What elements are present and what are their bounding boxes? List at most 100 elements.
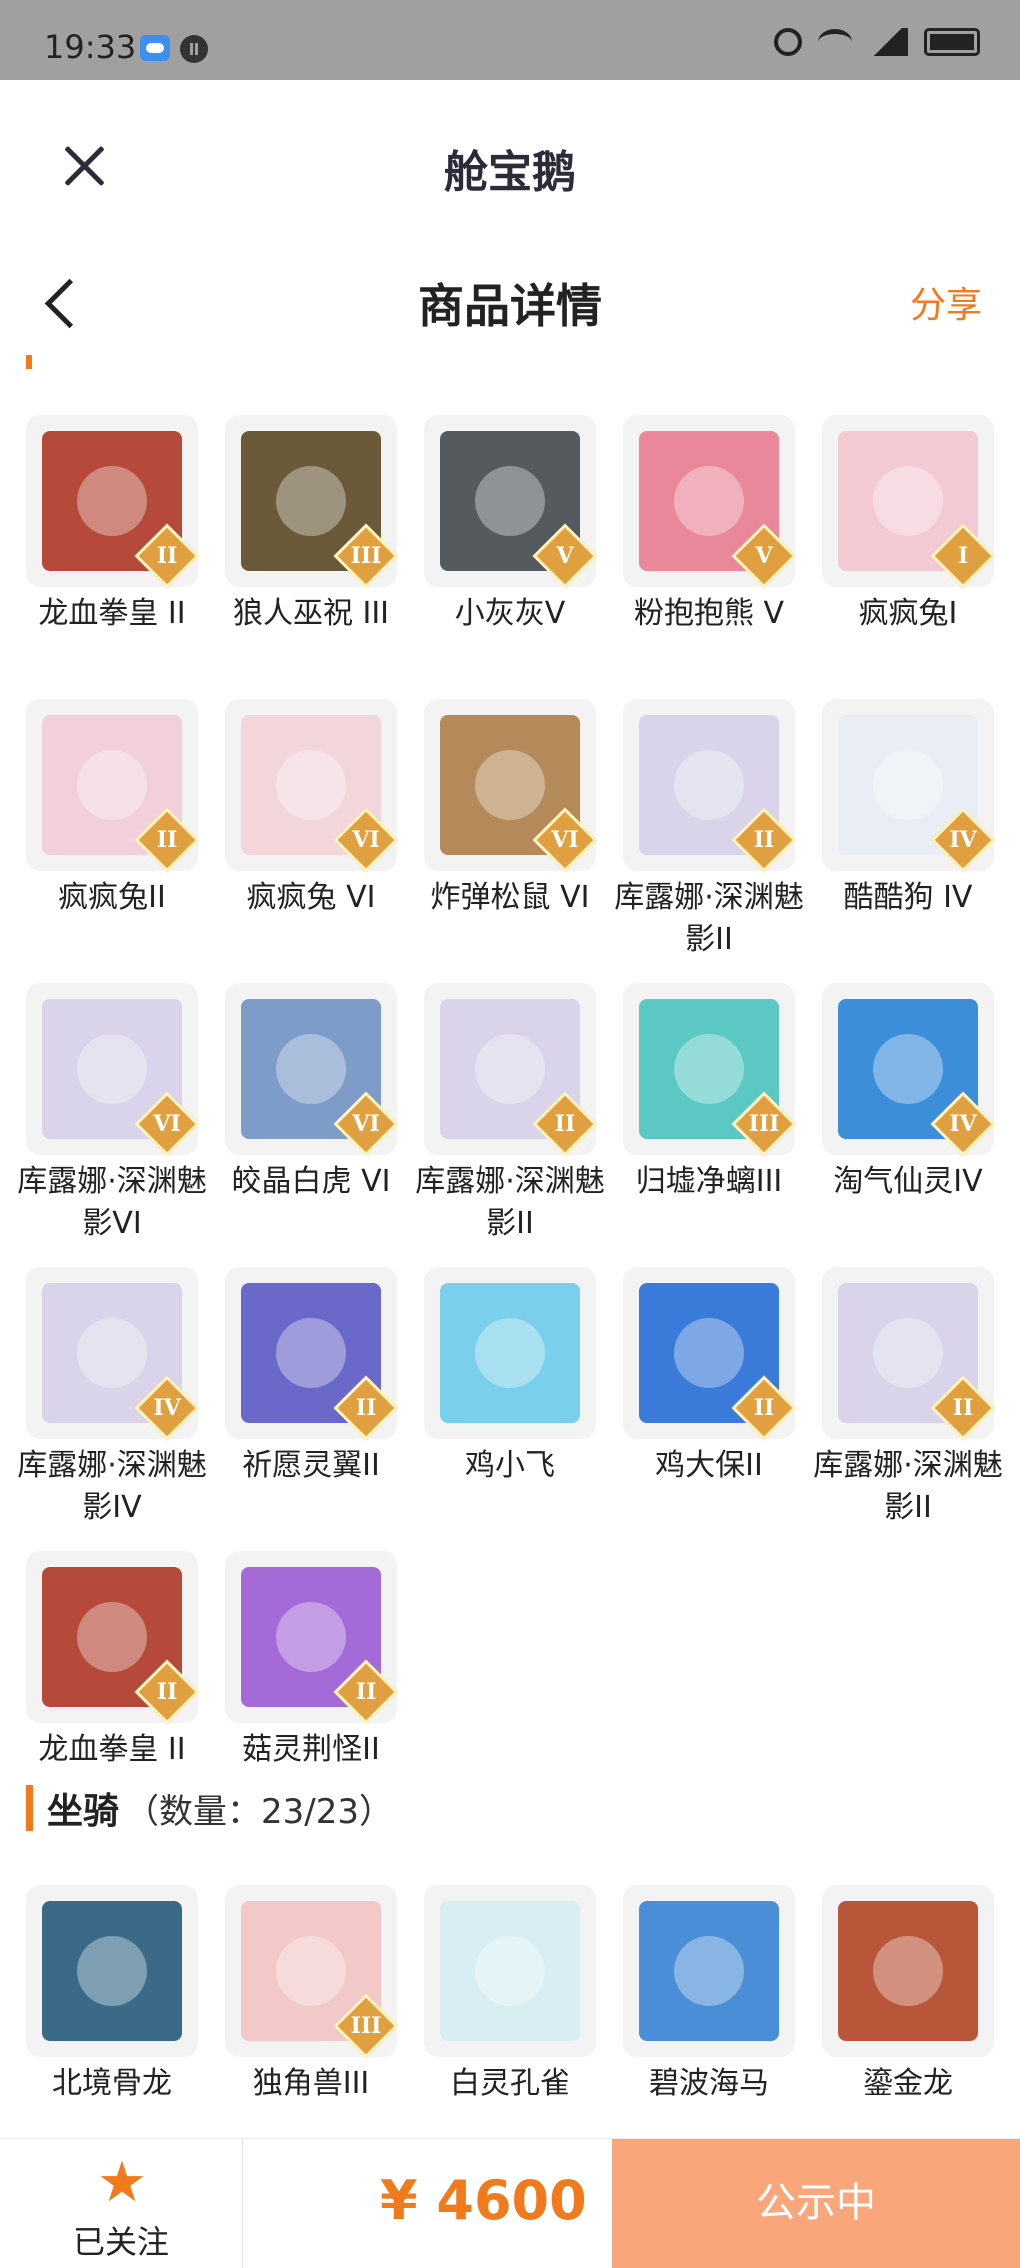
item-thumbnail: IV (26, 1267, 200, 1441)
item-label: 酷酷狗 IV (843, 880, 973, 915)
item-card[interactable]: II 疯疯兔II (26, 699, 200, 983)
item-label: 疯疯兔I (858, 596, 958, 631)
signal-icon (868, 28, 908, 56)
item-label: 疯疯兔II (58, 880, 166, 915)
item-image (42, 1901, 182, 2041)
item-thumbnail: VI (424, 699, 598, 873)
item-card[interactable]: IV 库露娜·深渊魅影IV (17, 1267, 207, 1551)
item-card[interactable]: 白灵孔雀 (424, 1885, 596, 2125)
mounts-section-header: 坐骑 （数量：23/23） (26, 1783, 393, 1833)
item-card[interactable]: II 鸡大保II (623, 1267, 797, 1551)
item-card[interactable]: IV 淘气仙灵IV (822, 983, 996, 1267)
item-label: 库露娜·深渊魅影IV (17, 1448, 207, 1525)
section-title: 坐骑 (47, 1791, 120, 1832)
item-label: 疯疯兔 VI (246, 880, 376, 915)
follow-label: 已关注 (72, 2223, 169, 2261)
item-label: 库露娜·深渊魅影II (614, 880, 804, 957)
status-time: 19:33 (44, 28, 137, 66)
item-thumbnail: II (424, 983, 598, 1157)
item-thumbnail: V (424, 415, 598, 589)
app-header: 舱宝鹅 (0, 80, 1020, 250)
skins-grid: II 龙血拳皇 II III 狼人巫祝 III V 小灰灰V V 粉抱抱熊 V I 疯疯兔I II 疯… (17, 415, 1006, 1835)
item-card[interactable]: III 独角兽III (225, 1885, 399, 2125)
pause-icon (180, 35, 208, 63)
item-thumbnail: VI (225, 699, 399, 873)
item-label: 碧波海马 (649, 2066, 769, 2101)
item-thumbnail: III (225, 415, 399, 589)
app-title: 舱宝鹅 (444, 147, 576, 198)
item-label: 龙血拳皇 II (38, 596, 186, 631)
item-thumbnail: VI (26, 983, 200, 1157)
item-thumbnail: III (623, 983, 797, 1157)
item-card[interactable]: II 库露娜·深渊魅影II (813, 1267, 1003, 1551)
item-label: 祈愿灵翼II (242, 1448, 380, 1483)
battery-icon (924, 28, 980, 56)
follow-button[interactable]: ★ 已关注 (0, 2139, 243, 2268)
share-button[interactable]: 分享 (910, 276, 982, 328)
item-card[interactable]: III 归墟净螭III (623, 983, 797, 1267)
item-thumbnail: II (225, 1267, 399, 1441)
item-label: 库露娜·深渊魅影II (415, 1164, 605, 1241)
item-label: 库露娜·深渊魅影VI (17, 1164, 207, 1241)
section-marker (26, 355, 32, 369)
item-thumbnail (822, 1885, 994, 2057)
item-card[interactable]: II 库露娜·深渊魅影II (415, 983, 605, 1267)
item-thumbnail: II (623, 1267, 797, 1441)
item-card[interactable]: 碧波海马 (623, 1885, 795, 2125)
item-thumbnail: VI (225, 983, 399, 1157)
item-card[interactable]: V 粉抱抱熊 V (623, 415, 797, 699)
item-label: 菇灵荆怪II (242, 1732, 380, 1767)
item-label: 鸡大保II (655, 1448, 763, 1483)
item-card[interactable]: II 祈愿灵翼II (225, 1267, 399, 1551)
item-label: 鎏金龙 (863, 2066, 953, 2101)
item-card[interactable]: VI 皎晶白虎 VI (225, 983, 399, 1267)
item-thumbnail (424, 1885, 596, 2057)
item-label: 淘气仙灵IV (833, 1164, 983, 1199)
item-card[interactable]: 鸡小飞 (424, 1267, 596, 1551)
item-thumbnail (623, 1885, 795, 2057)
status-bar: 19:33 (0, 0, 1020, 80)
item-image (440, 1901, 580, 2041)
item-thumbnail (424, 1267, 596, 1439)
star-icon: ★ (96, 2150, 148, 2215)
item-thumbnail: I (822, 415, 996, 589)
item-thumbnail: III (225, 1885, 399, 2059)
item-label: 北境骨龙 (52, 2066, 172, 2101)
price: ¥ 4600 (380, 2169, 587, 2232)
item-label: 鸡小飞 (465, 1448, 555, 1483)
item-thumbnail: IV (822, 699, 996, 873)
item-card[interactable]: III 狼人巫祝 III (225, 415, 399, 699)
item-label: 小灰灰V (454, 596, 566, 631)
page-title: 商品详情 (418, 279, 602, 333)
nav-bar: 商品详情 分享 (0, 250, 1020, 360)
item-card[interactable]: VI 炸弹松鼠 VI (424, 699, 598, 983)
item-label: 独角兽III (252, 2066, 370, 2101)
item-card[interactable]: V 小灰灰V (424, 415, 598, 699)
status-button[interactable]: 公示中 (612, 2139, 1020, 2268)
cloud-icon (140, 35, 170, 61)
item-label: 龙血拳皇 II (38, 1732, 186, 1767)
item-label: 白灵孔雀 (450, 2066, 570, 2101)
scroll-content[interactable]: II 龙血拳皇 II III 狼人巫祝 III V 小灰灰V V 粉抱抱熊 V I 疯疯兔I II 疯… (0, 355, 1020, 2135)
item-card[interactable]: I 疯疯兔I (822, 415, 996, 699)
item-card[interactable]: II 库露娜·深渊魅影II (614, 699, 804, 983)
item-thumbnail (26, 1885, 198, 2057)
bottom-action-bar: ★ 已关注 ¥ 4600 公示中 (0, 2138, 1020, 2268)
item-card[interactable]: II 龙血拳皇 II (26, 415, 200, 699)
item-label: 狼人巫祝 III (232, 596, 390, 631)
item-image (838, 1901, 978, 2041)
alarm-icon (774, 28, 802, 56)
item-label: 粉抱抱熊 V (633, 596, 785, 631)
item-card[interactable]: 北境骨龙 (26, 1885, 198, 2125)
item-card[interactable]: VI 疯疯兔 VI (225, 699, 399, 983)
item-image (639, 1901, 779, 2041)
item-thumbnail: II (623, 699, 797, 873)
item-label: 归墟净螭III (635, 1164, 783, 1199)
item-card[interactable]: 鎏金龙 (822, 1885, 994, 2125)
item-thumbnail: II (225, 1551, 399, 1725)
item-label: 库露娜·深渊魅影II (813, 1448, 1003, 1525)
section-accent-bar (26, 1785, 33, 1831)
section-count: （数量：23/23） (125, 1791, 393, 1832)
item-card[interactable]: IV 酷酷狗 IV (822, 699, 996, 983)
item-card[interactable]: VI 库露娜·深渊魅影VI (17, 983, 207, 1267)
